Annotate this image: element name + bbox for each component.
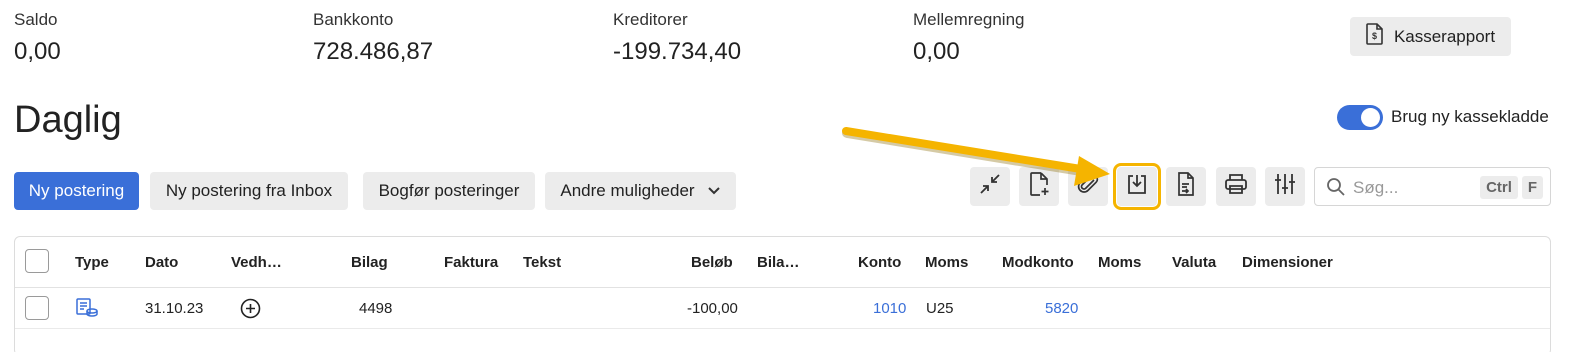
document-arrow-icon bbox=[1175, 172, 1197, 201]
kasserapport-button[interactable]: $ Kasserapport bbox=[1350, 17, 1511, 56]
new-entry-from-inbox-button[interactable]: Ny postering fra Inbox bbox=[150, 172, 348, 210]
document-arrow-button[interactable] bbox=[1166, 167, 1206, 206]
svg-text:$: $ bbox=[1372, 31, 1377, 41]
column-header-tekst[interactable]: Tekst bbox=[523, 254, 561, 271]
new-cashbook-toggle-label: Brug ny kassekladde bbox=[1391, 107, 1549, 126]
column-header-dimensioner[interactable]: Dimensioner bbox=[1242, 254, 1333, 271]
collapse-icon bbox=[979, 173, 1001, 200]
row-konto-link[interactable]: 1010 bbox=[873, 300, 906, 317]
collapse-button[interactable] bbox=[970, 167, 1010, 206]
column-header-vedhaeftning[interactable]: Vedh… bbox=[231, 254, 282, 271]
column-header-modkonto[interactable]: Modkonto bbox=[1002, 254, 1074, 271]
column-settings-button[interactable] bbox=[1265, 167, 1305, 206]
summary-value: 0,00 bbox=[913, 38, 960, 65]
row-moms: U25 bbox=[926, 300, 954, 317]
row-modkonto-link[interactable]: 5820 bbox=[1045, 300, 1078, 317]
column-header-bilag[interactable]: Bilag bbox=[351, 254, 388, 271]
other-options-dropdown[interactable]: Andre muligheder bbox=[545, 172, 736, 210]
summary-label: Kreditorer bbox=[613, 10, 688, 29]
search-field[interactable]: Søg... Ctrl F bbox=[1314, 167, 1551, 206]
print-button[interactable] bbox=[1216, 167, 1256, 206]
download-button[interactable] bbox=[1113, 163, 1161, 210]
select-all-checkbox[interactable] bbox=[25, 249, 49, 273]
column-header-moms-2[interactable]: Moms bbox=[1098, 254, 1141, 271]
new-document-icon bbox=[1028, 172, 1050, 201]
other-options-label: Andre muligheder bbox=[560, 181, 695, 200]
row-dato: 31.10.23 bbox=[145, 300, 204, 317]
report-document-icon: $ bbox=[1366, 23, 1384, 50]
column-header-moms[interactable]: Moms bbox=[925, 254, 968, 271]
summary-mellemregning: Mellemregning 0,00 bbox=[913, 10, 1025, 66]
column-header-valuta[interactable]: Valuta bbox=[1172, 254, 1216, 271]
attach-icon bbox=[1077, 173, 1099, 200]
summary-value: 0,00 bbox=[14, 38, 61, 65]
column-header-bilagsnr[interactable]: Bila… bbox=[757, 254, 800, 271]
header-divider bbox=[15, 287, 1550, 288]
summary-value: 728.486,87 bbox=[313, 38, 434, 65]
summary-value: -199.734,40 bbox=[613, 38, 742, 65]
shortcut-ctrl: Ctrl bbox=[1480, 176, 1518, 199]
summary-bankkonto: Bankkonto 728.486,87 bbox=[313, 10, 433, 66]
add-attachment-icon[interactable] bbox=[240, 298, 261, 324]
chevron-down-icon bbox=[707, 181, 721, 201]
search-icon bbox=[1326, 177, 1346, 202]
column-header-belob[interactable]: Beløb bbox=[691, 254, 733, 271]
kasserapport-label: Kasserapport bbox=[1393, 26, 1496, 46]
row-checkbox[interactable] bbox=[25, 296, 49, 320]
page-title: Daglig bbox=[14, 99, 122, 141]
print-icon bbox=[1224, 173, 1248, 200]
column-header-konto[interactable]: Konto bbox=[858, 254, 901, 271]
post-entries-button[interactable]: Bogfør posteringer bbox=[363, 172, 535, 210]
search-input[interactable]: Søg... bbox=[1353, 178, 1398, 198]
summary-kreditorer: Kreditorer -199.734,40 bbox=[613, 10, 741, 66]
toggle-knob bbox=[1361, 108, 1380, 127]
entry-type-icon bbox=[76, 298, 98, 323]
attach-button[interactable] bbox=[1068, 167, 1108, 206]
column-header-dato[interactable]: Dato bbox=[145, 254, 178, 271]
shortcut-f: F bbox=[1522, 176, 1543, 199]
column-settings-icon bbox=[1273, 172, 1297, 201]
summary-label: Saldo bbox=[14, 10, 58, 29]
summary-saldo: Saldo 0,00 bbox=[14, 10, 61, 66]
download-icon bbox=[1126, 173, 1148, 200]
row-belob: -100,00 bbox=[687, 300, 738, 317]
entries-table: Type Dato Vedh… Bilag Faktura Tekst Belø… bbox=[14, 236, 1551, 352]
new-cashbook-toggle[interactable] bbox=[1337, 105, 1383, 130]
row-bilag: 4498 bbox=[359, 300, 393, 317]
summary-label: Bankkonto bbox=[313, 10, 394, 29]
column-header-faktura[interactable]: Faktura bbox=[444, 254, 498, 271]
column-header-type[interactable]: Type bbox=[75, 254, 109, 271]
row-divider bbox=[15, 328, 1550, 329]
new-document-button[interactable] bbox=[1019, 167, 1059, 206]
new-entry-button[interactable]: Ny postering bbox=[14, 172, 139, 210]
summary-label: Mellemregning bbox=[913, 10, 1025, 29]
